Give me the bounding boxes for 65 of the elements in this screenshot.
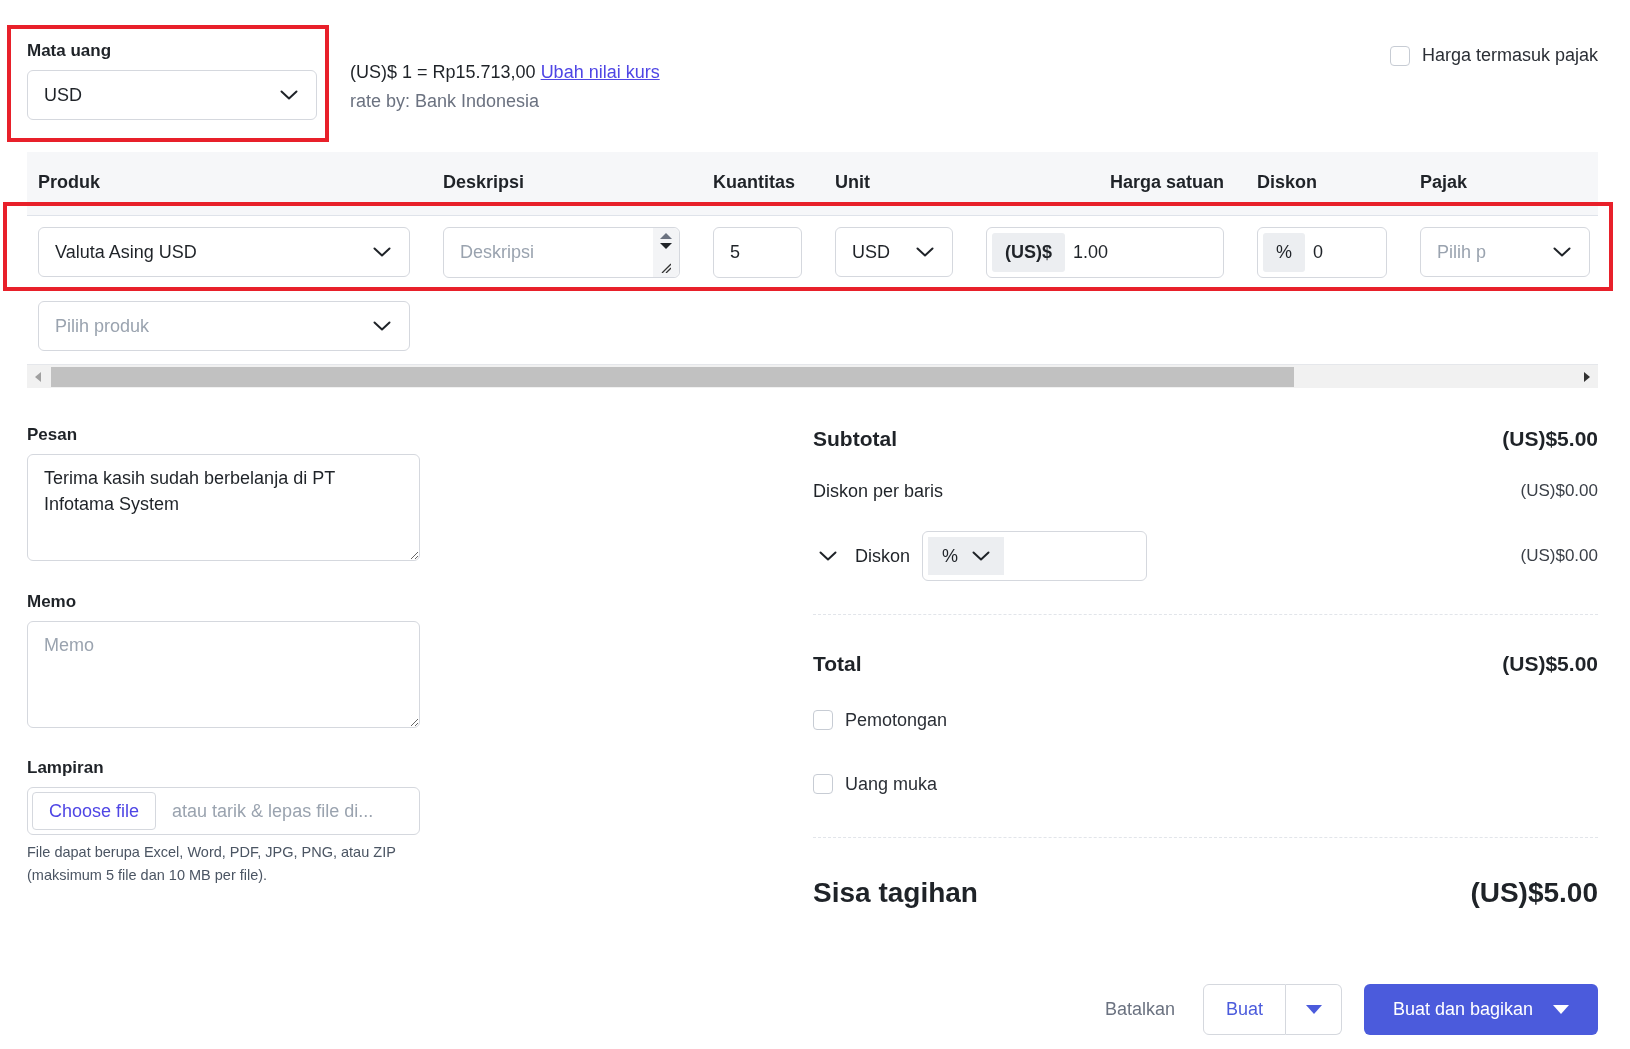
choose-file-button[interactable]: Choose file bbox=[32, 792, 157, 830]
total-value: (US)$5.00 bbox=[1502, 652, 1598, 676]
change-rate-link[interactable]: Ubah nilai kurs bbox=[540, 62, 660, 82]
unit-price-field[interactable]: (US)$ 1.00 bbox=[986, 227, 1224, 278]
column-header: Harga satuan bbox=[1108, 171, 1224, 193]
chevron-down-icon bbox=[280, 90, 298, 100]
chevron-down-icon bbox=[373, 321, 391, 331]
message-field[interactable]: Terima kasih sudah berbelanja di PT Infotama System bbox=[27, 454, 420, 561]
file-note-text: File dapat berupa Excel, Word, PDF, JPG, PNG, atau ZIP (maksimum 5 file dan 10 MB per file). bbox=[27, 843, 397, 885]
scroll-left-icon bbox=[35, 371, 41, 382]
scrollbar-thumb[interactable] bbox=[51, 366, 1294, 387]
currency-prefix: (US)$ bbox=[992, 233, 1065, 272]
create-and-share-button[interactable]: Buat dan bagikan bbox=[1364, 984, 1598, 1035]
column-header: Kuantitas bbox=[713, 171, 796, 193]
line-discount-label: Diskon per baris bbox=[813, 480, 944, 502]
option-label: Uang muka bbox=[845, 773, 938, 795]
column-header: Pajak bbox=[1420, 171, 1469, 193]
balance-label: Sisa tagihan bbox=[813, 877, 978, 909]
column-header: Diskon bbox=[1257, 171, 1318, 193]
scroll-right-icon bbox=[1584, 371, 1590, 382]
cancel-button[interactable]: Batalkan bbox=[1098, 984, 1181, 1035]
discount-type-select[interactable]: % bbox=[928, 537, 1005, 575]
discount-amount-field[interactable]: % bbox=[922, 531, 1148, 581]
subtotal-value: (US)$5.00 bbox=[1502, 427, 1598, 451]
column-header: Produk bbox=[38, 171, 101, 193]
tax-inclusive-label: Harga termasuk pajak bbox=[1421, 45, 1598, 66]
file-drop-field[interactable]: Choose file atau tarik & lepas file di... bbox=[27, 787, 420, 835]
currency-label: Mata uang bbox=[27, 40, 113, 62]
attachment-label: Lampiran bbox=[27, 757, 105, 779]
quantity-field[interactable]: 5 bbox=[713, 227, 802, 278]
currency-select[interactable]: USD bbox=[27, 70, 317, 120]
percent-prefix: % bbox=[1263, 233, 1305, 272]
chevron-down-icon bbox=[916, 247, 934, 257]
spinner-icon bbox=[660, 233, 672, 249]
column-header: Deskripsi bbox=[443, 171, 526, 193]
discount-label: Diskon bbox=[855, 545, 911, 567]
exchange-rate-text: (US)$ 1 = Rp15.713,00 Ubah nilai kurs bbox=[350, 61, 660, 84]
option-checkbox[interactable] bbox=[813, 774, 833, 794]
tax-inclusive-checkbox[interactable] bbox=[1389, 45, 1410, 66]
message-label: Pesan bbox=[27, 424, 79, 446]
chevron-down-icon bbox=[1553, 247, 1571, 257]
discount-value: (US)$0.00 bbox=[1520, 546, 1598, 566]
line-discount-value: (US)$0.00 bbox=[1520, 481, 1598, 501]
rate-source-text: rate by: Bank Indonesia bbox=[350, 91, 541, 112]
chevron-down-icon bbox=[373, 247, 391, 257]
horizontal-scrollbar[interactable] bbox=[27, 364, 1598, 388]
discount-field[interactable]: % 0 bbox=[1257, 227, 1387, 278]
memo-label: Memo bbox=[27, 591, 78, 613]
resize-handle-icon bbox=[661, 263, 671, 273]
option-checkbox[interactable] bbox=[813, 710, 833, 730]
caret-icon bbox=[1305, 1005, 1322, 1014]
chevron-down-icon bbox=[972, 551, 991, 561]
subtotal-label: Subtotal bbox=[813, 427, 897, 451]
column-header: Unit bbox=[835, 171, 871, 193]
caret-icon bbox=[1553, 1005, 1570, 1014]
unit-select[interactable]: USD bbox=[835, 227, 953, 277]
create-button[interactable]: Buat bbox=[1203, 984, 1286, 1035]
create-menu-button[interactable] bbox=[1286, 984, 1342, 1035]
drop-hint-text: atau tarik & lepas file di... bbox=[172, 800, 374, 822]
chevron-down-icon bbox=[819, 551, 837, 561]
memo-field[interactable]: Memo bbox=[27, 621, 420, 728]
total-label: Total bbox=[813, 652, 862, 676]
product-select[interactable]: Valuta Asing USD bbox=[38, 227, 410, 277]
option-label: Pemotongan bbox=[845, 709, 948, 731]
balance-value: (US)$5.00 bbox=[1470, 877, 1598, 909]
